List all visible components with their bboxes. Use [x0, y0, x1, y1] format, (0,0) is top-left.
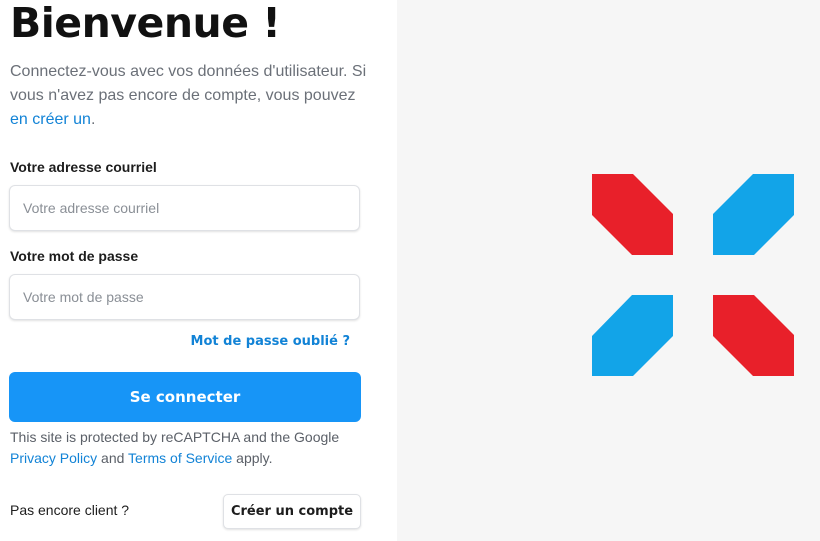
intro-text-start: Connectez-vous avec vos données d'utilis…	[10, 63, 367, 104]
intro-text: Connectez-vous avec vos données d'utilis…	[10, 60, 370, 132]
logo-top-right-segment	[713, 174, 794, 255]
login-button[interactable]: Se connecter	[9, 372, 361, 422]
no-account-text: Pas encore client ?	[10, 502, 130, 518]
recaptcha-text-start: This site is protected by reCAPTCHA and …	[10, 429, 340, 445]
email-field[interactable]	[9, 185, 360, 231]
x-shaped-brand-logo-icon	[592, 174, 794, 376]
login-panel: Bienvenue ! Connectez-vous avec vos donn…	[0, 0, 397, 541]
recaptcha-text-end: apply.	[232, 450, 273, 466]
privacy-policy-link[interactable]: Privacy Policy	[10, 450, 97, 466]
password-field[interactable]	[9, 274, 360, 320]
terms-of-service-link[interactable]: Terms of Service	[128, 450, 232, 466]
logo-bottom-left-segment	[592, 295, 673, 376]
login-page: Bienvenue ! Connectez-vous avec vos donn…	[0, 0, 820, 541]
recaptcha-text-and: and	[97, 450, 129, 466]
logo-top-left-segment	[592, 174, 673, 255]
intro-text-end: .	[90, 111, 96, 128]
forgot-password-link[interactable]: Mot de passe oublié ?	[191, 334, 350, 349]
page-title: Bienvenue !	[10, 0, 281, 47]
logo-bottom-right-segment	[713, 295, 794, 376]
create-account-button[interactable]: Créer un compte	[223, 494, 361, 529]
create-account-link[interactable]: en créer un	[10, 111, 91, 128]
password-label: Votre mot de passe	[10, 248, 139, 264]
email-label: Votre adresse courriel	[10, 159, 157, 175]
recaptcha-notice: This site is protected by reCAPTCHA and …	[10, 427, 370, 469]
